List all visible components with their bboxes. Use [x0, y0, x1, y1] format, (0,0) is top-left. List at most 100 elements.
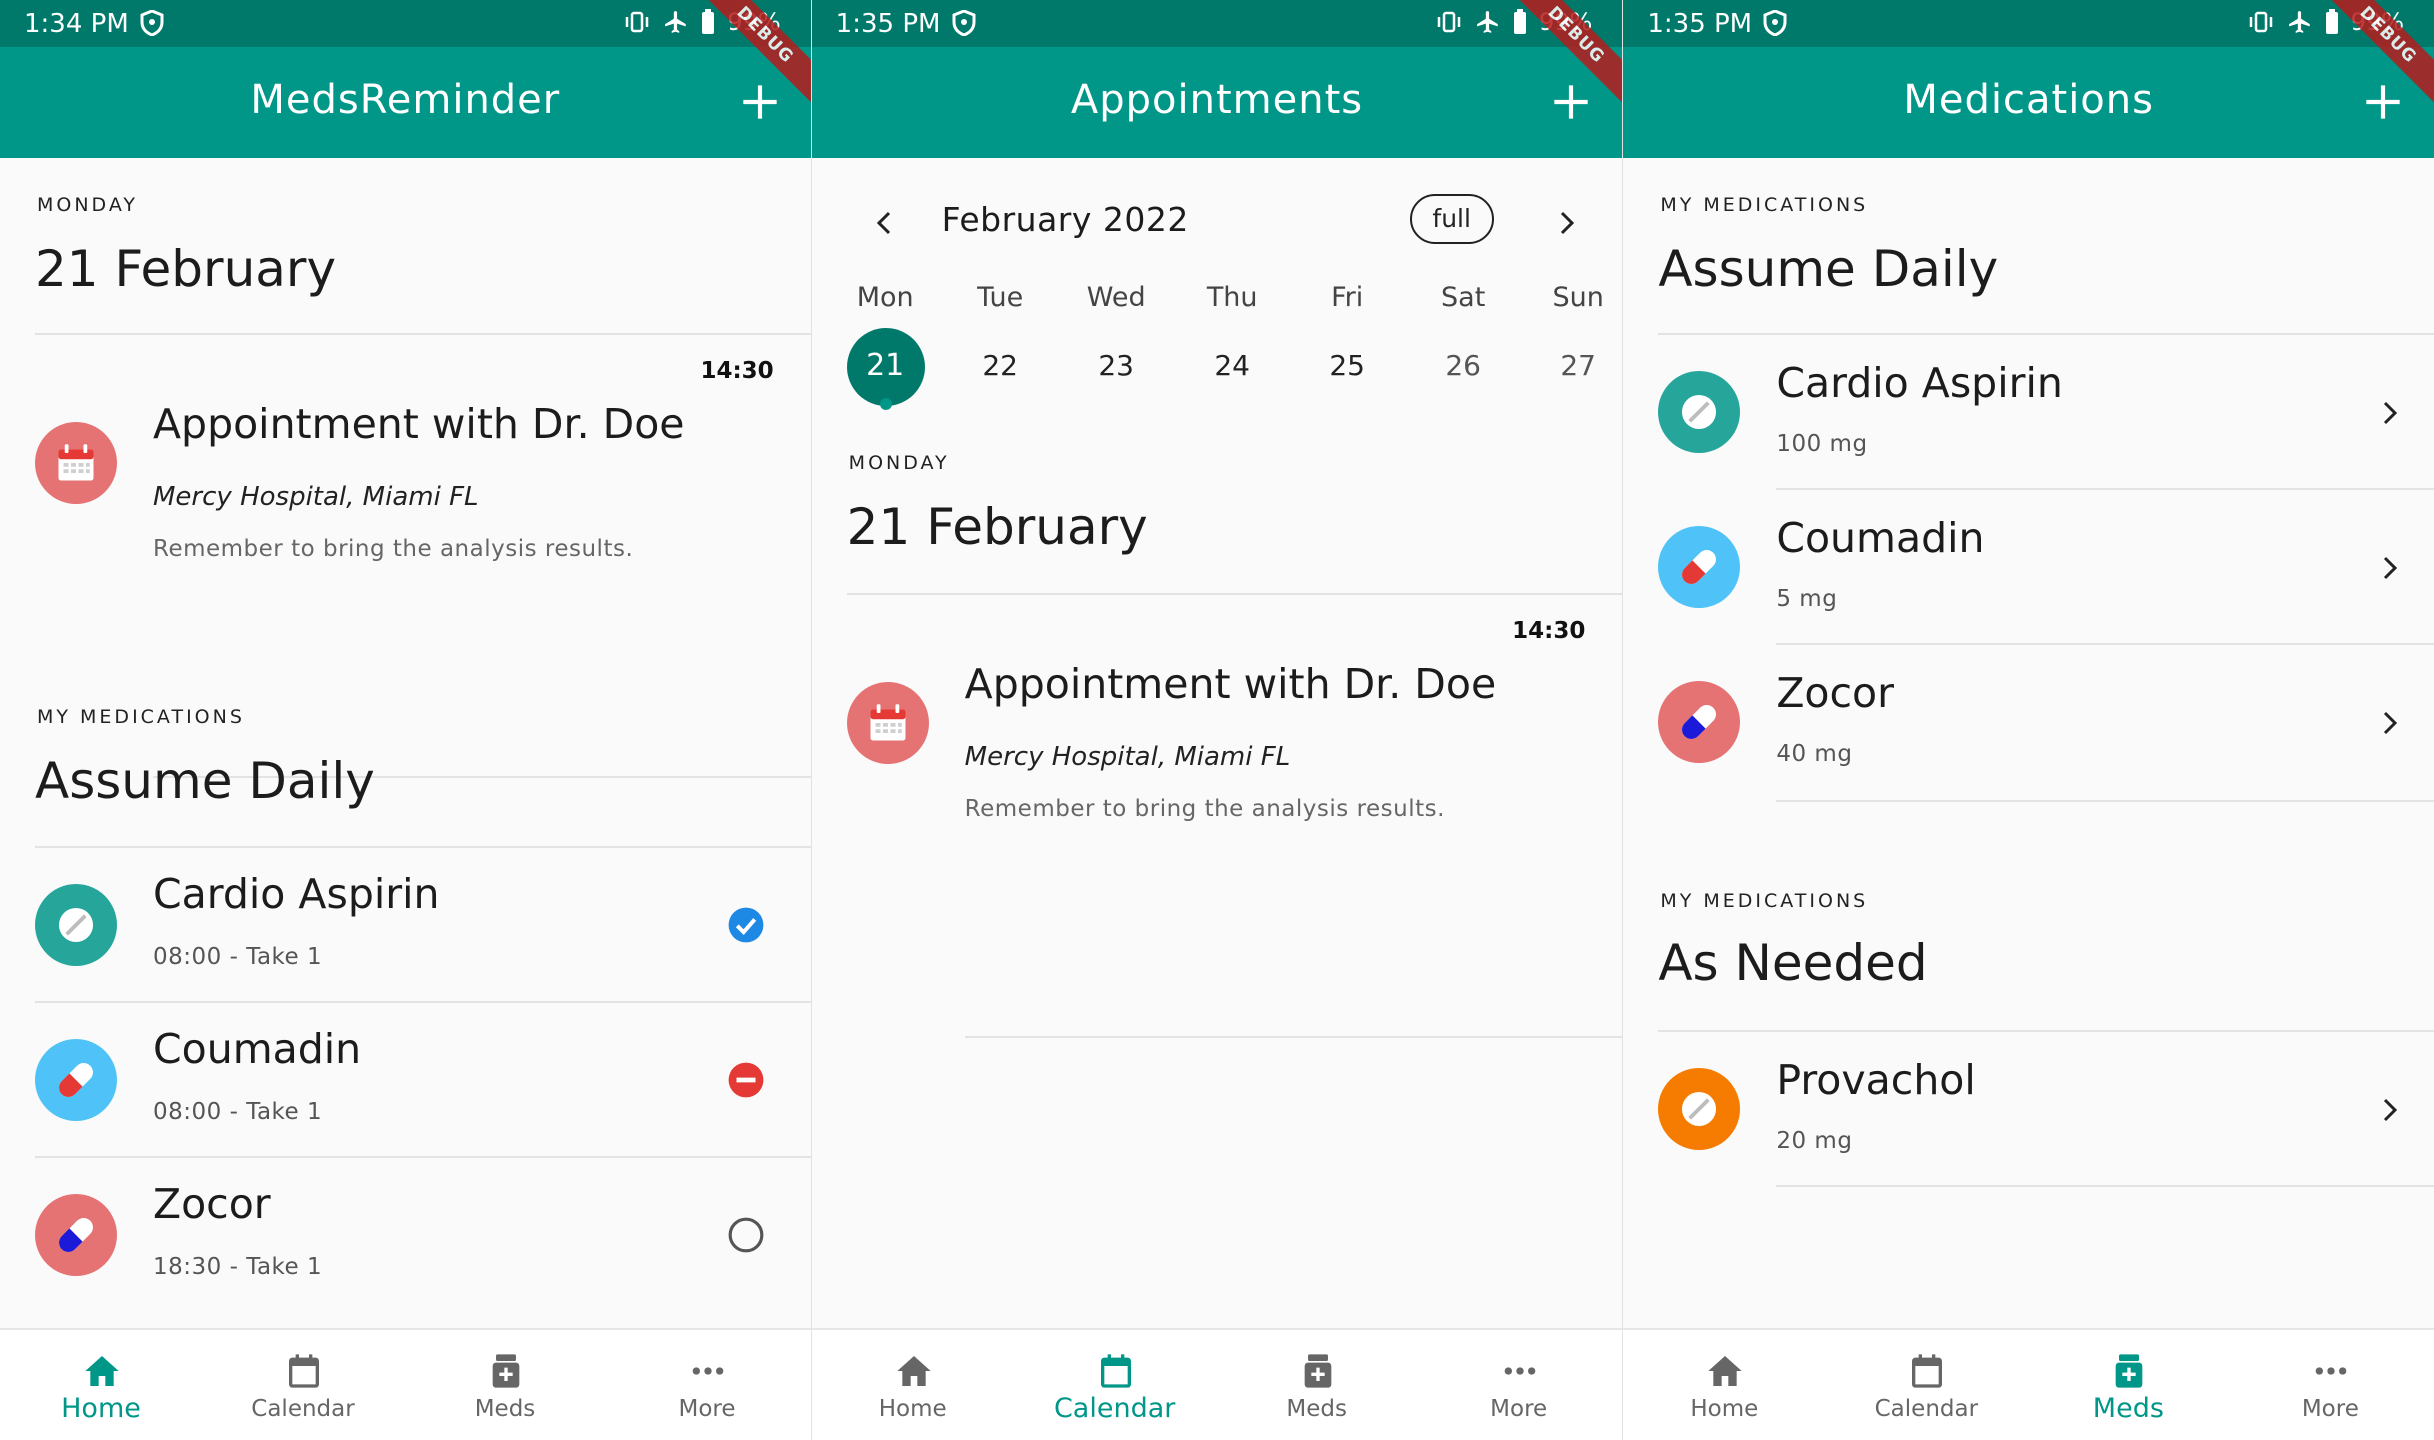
weekday-label: Fri	[1331, 282, 1364, 313]
nav-label: More	[678, 1396, 736, 1422]
more-icon	[1500, 1350, 1540, 1392]
nav-meds[interactable]: Meds	[2027, 1330, 2229, 1440]
nav-calendar[interactable]: Calendar	[1825, 1330, 2027, 1440]
page-title: MedsReminder	[250, 77, 561, 123]
nav-meds[interactable]: Meds	[404, 1330, 606, 1440]
appointment-time: 14:30	[700, 358, 774, 384]
medicine-icon	[1298, 1350, 1338, 1392]
airplane-icon	[665, 11, 687, 33]
calendar-day-selected[interactable]: 21	[828, 328, 943, 410]
med-row-zocor[interactable]: Zocor 18:30 - Take 1	[0, 1158, 811, 1318]
calendar-month: February 2022	[941, 200, 1189, 239]
vibrate-icon	[2249, 11, 2272, 33]
calendar-day[interactable]: 23	[1059, 328, 1174, 404]
needed-section-label: MY MEDICATIONS	[1660, 890, 1869, 912]
divider	[964, 1036, 1623, 1038]
calendar-day[interactable]: 25	[1290, 328, 1405, 404]
add-button[interactable]	[2358, 77, 2408, 127]
chevron-left-icon[interactable]	[864, 204, 904, 244]
status-time: 1:35 PM	[1647, 9, 1753, 39]
calendar-day[interactable]: 24	[1175, 328, 1290, 404]
calendar-day[interactable]: 22	[943, 328, 1058, 404]
shield-icon	[952, 10, 976, 36]
nav-label: Calendar	[251, 1396, 355, 1422]
empty-circle-icon[interactable]	[727, 1216, 765, 1254]
med-name: Provachol	[1776, 1056, 1976, 1104]
appointment-card[interactable]: 14:30 Appointment with Dr. Doe Mercy Hos…	[812, 596, 1623, 1038]
shield-icon	[1763, 10, 1787, 36]
nav-label: More	[2301, 1396, 2359, 1422]
med-row-provachol[interactable]: Provachol 20 mg	[1623, 1032, 2434, 1187]
nav-label: Home	[878, 1396, 947, 1422]
weekday-label: Sat	[1441, 282, 1486, 313]
med-schedule: 18:30 - Take 1	[153, 1254, 323, 1280]
nav-label: Calendar	[1053, 1393, 1176, 1424]
page-title: Appointments	[1070, 77, 1364, 123]
med-name: Cardio Aspirin	[153, 870, 440, 918]
med-schedule: 08:00 - Take 1	[153, 1099, 323, 1125]
bottom-nav: Home Calendar Meds More	[1623, 1328, 2434, 1440]
status-bar: 1:35 PM 99%	[1623, 0, 2434, 47]
check-circle-icon[interactable]	[727, 906, 765, 944]
chevron-right-icon[interactable]	[2374, 391, 2406, 435]
nav-home[interactable]: Home	[1623, 1330, 1825, 1440]
chevron-right-icon[interactable]	[2374, 701, 2406, 745]
chevron-right-icon[interactable]	[2374, 1088, 2406, 1132]
nav-calendar[interactable]: Calendar	[202, 1330, 404, 1440]
battery-icon	[1514, 9, 1526, 34]
divider	[1776, 1185, 2434, 1187]
nav-calendar[interactable]: Calendar	[1014, 1330, 1216, 1440]
bottom-nav: Home Calendar Meds More	[0, 1328, 811, 1440]
tablet-icon	[35, 884, 117, 966]
medicine-icon	[486, 1350, 526, 1392]
med-row-coumadin[interactable]: Coumadin 08:00 - Take 1	[0, 1003, 811, 1158]
calendar-day[interactable]: 27	[1521, 328, 1623, 404]
add-button[interactable]	[735, 77, 785, 127]
add-button[interactable]	[1546, 77, 1596, 127]
calendar-icon	[35, 422, 117, 504]
status-bar: 1:35 PM 99%	[811, 0, 1623, 47]
day-name: MONDAY	[37, 194, 138, 216]
med-row-cardio-aspirin[interactable]: Cardio Aspirin 100 mg	[1623, 335, 2434, 490]
calendar-day[interactable]: 26	[1406, 328, 1521, 404]
nav-label: Home	[61, 1393, 141, 1424]
status-time: 1:35 PM	[835, 9, 941, 39]
capsule-icon	[35, 1194, 117, 1276]
nav-label: Home	[1690, 1396, 1759, 1422]
calendar-icon	[1096, 1350, 1136, 1392]
chevron-right-icon[interactable]	[1547, 204, 1587, 244]
nav-home[interactable]: Home	[812, 1330, 1014, 1440]
nav-more[interactable]: More	[2229, 1330, 2431, 1440]
calendar-format-button[interactable]: full	[1409, 194, 1494, 244]
weekday-label: Wed	[1086, 282, 1146, 313]
med-schedule: 08:00 - Take 1	[153, 944, 323, 970]
med-row-coumadin[interactable]: Coumadin 5 mg	[1623, 490, 2434, 645]
app-bar: Medications	[1623, 47, 2434, 158]
skip-circle-icon[interactable]	[727, 1061, 765, 1099]
nav-more[interactable]: More	[1418, 1330, 1620, 1440]
appointment-title: Appointment with Dr. Doe	[153, 400, 685, 448]
day-name: MONDAY	[848, 452, 950, 474]
page-title: Medications	[1903, 77, 2154, 123]
nav-label: Calendar	[1874, 1396, 1979, 1422]
med-name: Cardio Aspirin	[1776, 359, 2063, 407]
med-row-zocor[interactable]: Zocor 40 mg	[1623, 645, 2434, 802]
appointments-screen: 1:35 PM 99% Appointments DEBUG February …	[810, 0, 1623, 1440]
app-bar: MedsReminder	[0, 47, 811, 158]
more-icon	[688, 1350, 728, 1392]
calendar-icon	[284, 1350, 324, 1392]
nav-home[interactable]: Home	[0, 1330, 202, 1440]
calendar-icon	[1907, 1350, 1947, 1392]
med-dose: 20 mg	[1776, 1128, 1853, 1154]
nav-label: More	[1490, 1396, 1548, 1422]
chevron-right-icon[interactable]	[2374, 546, 2406, 590]
home-icon	[894, 1350, 934, 1392]
vibrate-icon	[1437, 11, 1461, 33]
med-row-cardio-aspirin[interactable]: Cardio Aspirin 08:00 - Take 1	[0, 848, 811, 1003]
nav-more[interactable]: More	[606, 1330, 808, 1440]
airplane-icon	[2288, 11, 2310, 33]
weekday-label: Sun	[1552, 282, 1604, 313]
daily-group-heading: Assume Daily	[1658, 240, 1999, 298]
nav-meds[interactable]: Meds	[1216, 1330, 1418, 1440]
app-bar: Appointments	[811, 47, 1623, 158]
